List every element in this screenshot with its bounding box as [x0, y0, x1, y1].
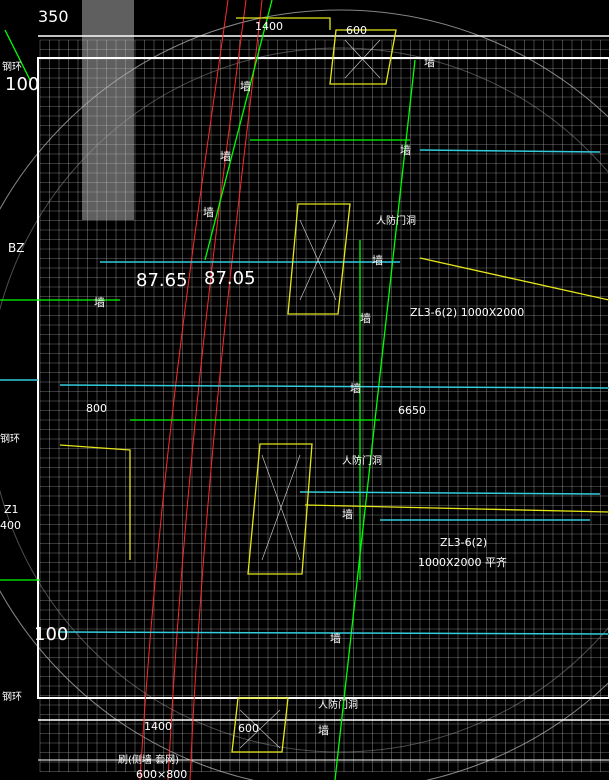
beam-label-1: ZL3-6(2) 1000X2000: [410, 306, 524, 319]
left-gangjin-2: 钢环: [0, 432, 20, 445]
door-label-1: 人防门洞: [376, 214, 416, 227]
beam-label-2-size: 1000X2000 平齐: [418, 555, 507, 569]
column-mark: 墙: [400, 143, 411, 157]
dim-6650: 6650: [398, 404, 426, 417]
left-400: 400: [0, 519, 21, 532]
door-label-2: 人防门洞: [342, 454, 382, 467]
left-bz: BZ: [8, 241, 24, 255]
top-dim-1400: 1400: [255, 20, 283, 33]
top-dim-600: 600: [346, 24, 367, 37]
left-350: 350: [38, 7, 69, 26]
column-mark: 墙: [330, 631, 341, 645]
left-100: 100: [5, 74, 39, 95]
column-mark: 墙: [220, 149, 231, 163]
left-gangjin-1: 钢环: [2, 60, 22, 73]
column-mark: 墙: [240, 79, 251, 93]
column-mark: 墙: [360, 311, 371, 325]
cad-drawing-canvas: 1400 600 350 100 BZ 87.65 87.05 人防门洞 ZL3…: [0, 0, 609, 780]
elev-87-05: 87.05: [204, 268, 256, 289]
concrete-strip: [82, 0, 134, 220]
bottom-dim-1400: 1400: [144, 720, 172, 733]
door-label-3: 人防门洞: [318, 698, 358, 711]
column-mark: 墙: [372, 253, 383, 267]
left-100-b: 100: [34, 624, 68, 645]
beam-label-2: ZL3-6(2): [440, 536, 487, 549]
column-mark: 墙: [203, 205, 214, 219]
bottom-note: 刷(侧墙 套网): [118, 753, 179, 766]
left-z1: Z1: [4, 503, 19, 516]
bottom-dim-600: 600: [238, 722, 259, 735]
dim-800: 800: [86, 402, 107, 415]
column-mark: 墙: [94, 295, 105, 309]
bottom-dim-2: 600×800: [136, 768, 187, 780]
left-gangjin-3: 钢环: [2, 690, 22, 703]
column-mark: 墙: [424, 55, 435, 69]
column-mark: 墙: [350, 381, 361, 395]
elev-87-65: 87.65: [136, 270, 188, 291]
column-mark: 墙: [342, 507, 353, 521]
column-mark: 墙: [318, 723, 329, 737]
